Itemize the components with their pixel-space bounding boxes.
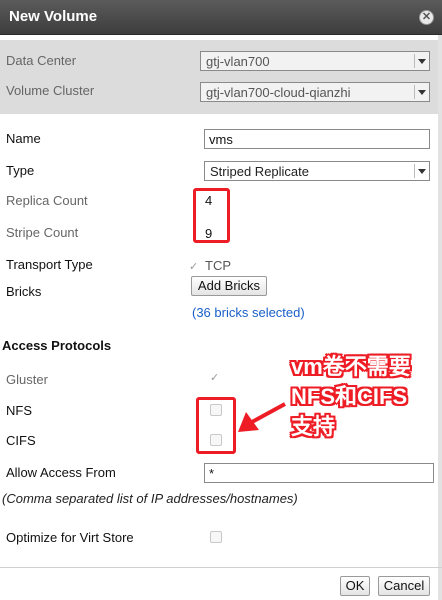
allow-access-input[interactable]: * <box>204 463 434 483</box>
optimize-virt-store-label: Optimize for Virt Store <box>6 530 134 545</box>
cancel-button[interactable]: Cancel <box>378 576 430 596</box>
allow-access-hint: (Comma separated list of IP addresses/ho… <box>2 491 298 506</box>
ok-button[interactable]: OK <box>340 576 370 596</box>
optimize-virt-store-checkbox[interactable] <box>210 531 222 543</box>
annotation-arrow <box>238 402 286 432</box>
footer-divider <box>0 567 442 568</box>
allow-access-label: Allow Access From <box>6 465 116 480</box>
